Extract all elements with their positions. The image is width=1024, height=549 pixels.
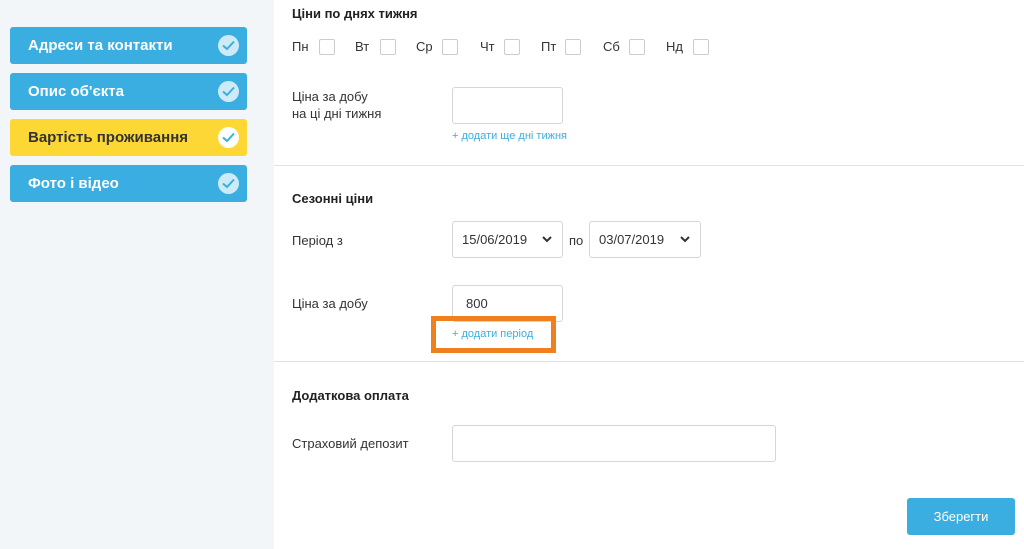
- chevron-down-icon: [542, 236, 552, 243]
- deposit-label: Страховий депозит: [292, 436, 409, 451]
- weekday-checkbox[interactable]: [629, 39, 645, 55]
- weekday-sun: Нд: [666, 39, 709, 55]
- weekday-thu: Чт: [480, 39, 520, 55]
- weekday-label: Нд: [666, 39, 683, 54]
- weekday-label: Сб: [603, 39, 620, 54]
- divider: [274, 361, 1024, 362]
- add-weekdays-link[interactable]: + додати ще дні тижня: [452, 130, 567, 142]
- sidebar-item-label: Опис об'єкта: [28, 83, 124, 100]
- weekday-tue: Вт: [355, 39, 396, 55]
- main-content: Ціни по днях тижня Пн Вт Ср Чт Пт Сб Нд …: [274, 0, 1024, 549]
- weekday-price-input[interactable]: [452, 87, 563, 124]
- save-button[interactable]: Зберегти: [907, 498, 1015, 535]
- weekday-checkbox[interactable]: [693, 39, 709, 55]
- weekday-price-label: Ціна за добу на ці дні тижня: [292, 88, 381, 122]
- sidebar-item-media[interactable]: Фото і відео: [10, 165, 247, 202]
- check-icon: [218, 81, 239, 102]
- chevron-down-icon: [680, 236, 690, 243]
- date-from-select[interactable]: 15/06/2019: [452, 221, 563, 258]
- weekday-checkbox[interactable]: [319, 39, 335, 55]
- sidebar-item-addresses[interactable]: Адреси та контакти: [10, 27, 247, 64]
- weekday-label: Пт: [541, 39, 557, 54]
- to-label: по: [569, 233, 584, 248]
- extra-payment-title: Додаткова оплата: [292, 388, 409, 403]
- sidebar-item-label: Вартість проживання: [28, 129, 189, 146]
- check-icon: [218, 35, 239, 56]
- weekday-mon: Пн: [292, 39, 335, 55]
- weekday-label: Чт: [480, 39, 495, 54]
- weekday-label: Вт: [355, 39, 370, 54]
- weekday-checkbox[interactable]: [380, 39, 396, 55]
- divider: [274, 165, 1024, 166]
- check-icon: [218, 127, 239, 148]
- sidebar: Адреси та контакти Опис об'єкта Вартість…: [0, 0, 274, 549]
- weekday-price-label-line2: на ці дні тижня: [292, 106, 382, 121]
- date-to-value: 03/07/2019: [599, 232, 665, 247]
- period-label: Період з: [292, 233, 343, 248]
- weekday-checkbox[interactable]: [565, 39, 581, 55]
- weekday-checkbox[interactable]: [442, 39, 458, 55]
- date-to-select[interactable]: 03/07/2019: [589, 221, 701, 258]
- season-price-label: Ціна за добу: [292, 296, 368, 311]
- weekday-price-label-line1: Ціна за добу: [292, 89, 368, 104]
- weekday-fri: Пт: [541, 39, 581, 55]
- weekday-label: Пн: [292, 39, 309, 54]
- sidebar-item-description[interactable]: Опис об'єкта: [10, 73, 247, 110]
- weekday-wed: Ср: [416, 39, 458, 55]
- sidebar-item-label: Адреси та контакти: [28, 37, 173, 54]
- seasonal-prices-title: Сезонні ціни: [292, 191, 374, 206]
- sidebar-item-pricing[interactable]: Вартість проживання: [10, 119, 247, 156]
- weekday-label: Ср: [416, 39, 433, 54]
- weekday-sat: Сб: [603, 39, 645, 55]
- deposit-input[interactable]: [452, 425, 776, 462]
- sidebar-item-label: Фото і відео: [28, 175, 119, 192]
- date-from-value: 15/06/2019: [462, 232, 528, 247]
- check-icon: [218, 173, 239, 194]
- add-period-link[interactable]: + додати період: [452, 328, 533, 340]
- weekday-checkbox[interactable]: [504, 39, 520, 55]
- weekday-prices-title: Ціни по днях тижня: [292, 6, 418, 21]
